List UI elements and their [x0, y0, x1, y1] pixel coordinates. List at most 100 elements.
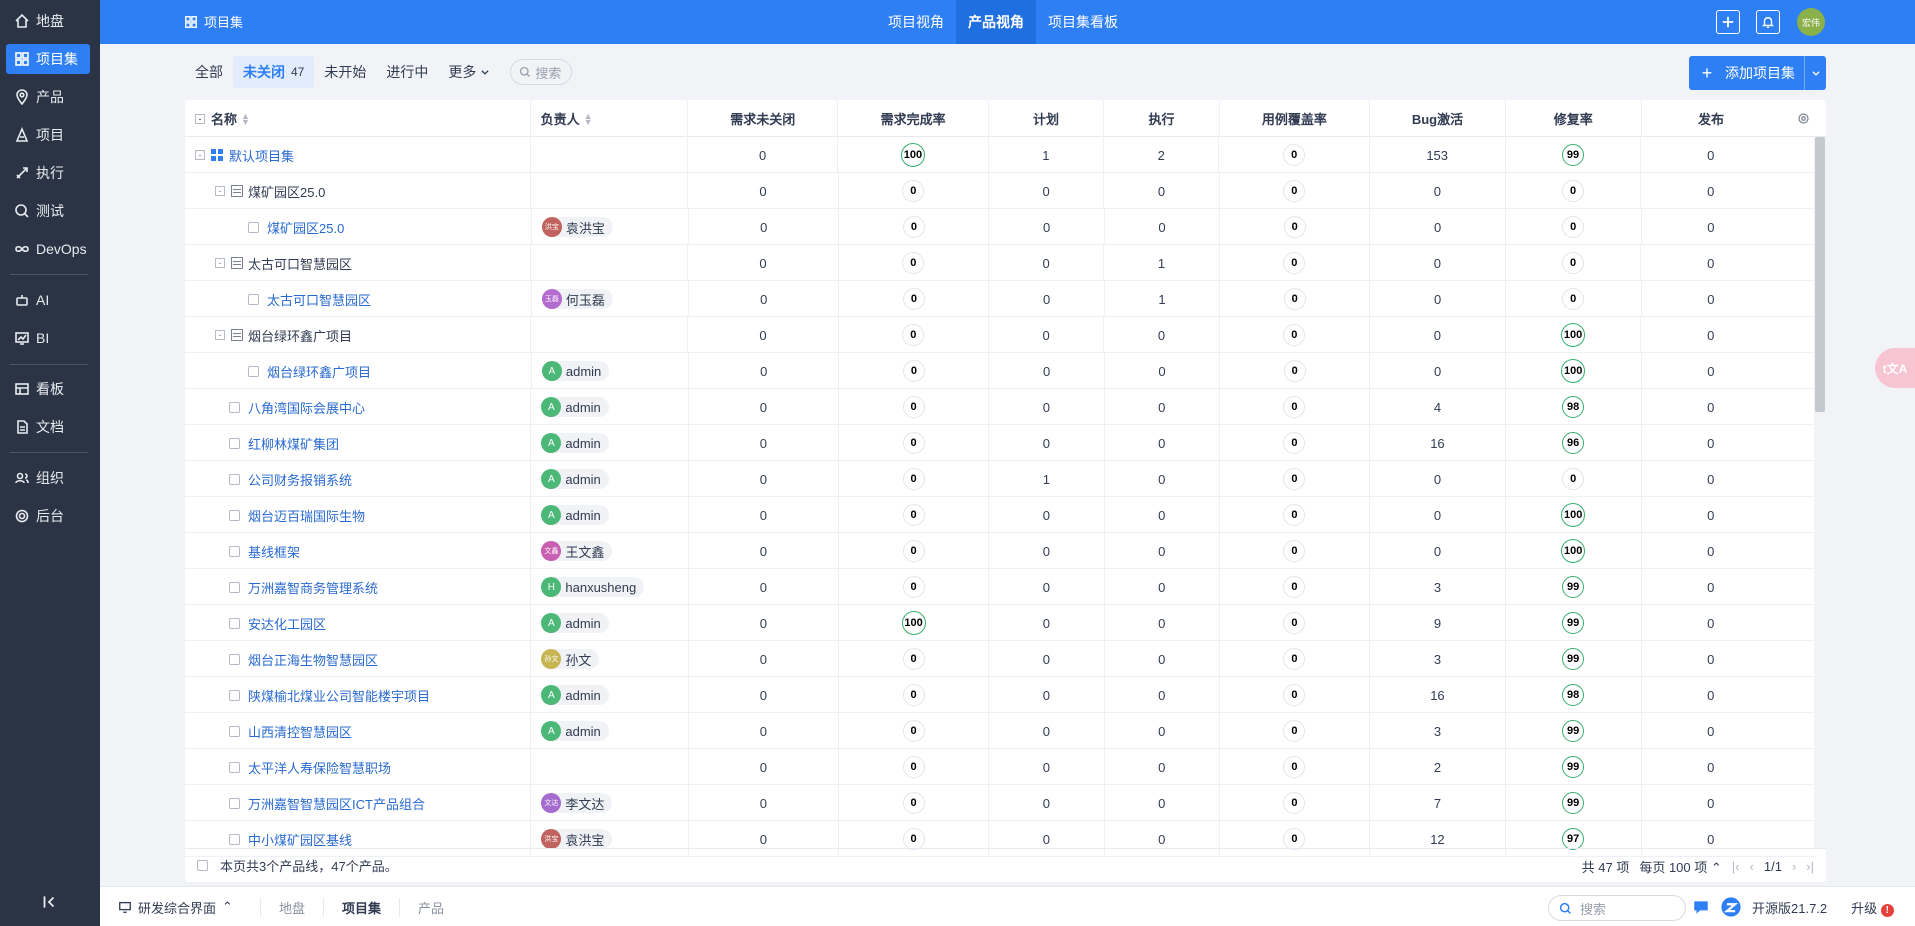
translate-float-button[interactable]: t文A: [1875, 348, 1915, 388]
collapse-toggle-icon[interactable]: -: [215, 330, 225, 340]
chat-icon[interactable]: [1692, 898, 1710, 916]
product-name-link[interactable]: 默认项目集: [229, 146, 294, 165]
tab-program-kanban[interactable]: 项目集看板: [1036, 0, 1130, 44]
row-checkbox[interactable]: [229, 689, 240, 701]
sidebar-item-dashboard[interactable]: 地盘: [6, 6, 90, 36]
table-row[interactable]: 安达化工园区 Aadmin 0 100 0 0 0 9 99 0: [185, 605, 1814, 641]
table-row[interactable]: 烟台迈百瑞国际生物 Aadmin 0 0 0 0 0 0 100 0: [185, 497, 1814, 533]
sidebar-item-ai[interactable]: AI: [6, 285, 90, 315]
tab-project-view[interactable]: 项目视角: [876, 0, 956, 44]
filter-tab-all[interactable]: 全部: [185, 56, 233, 88]
row-checkbox[interactable]: [248, 221, 259, 233]
product-name-link[interactable]: 安达化工园区: [248, 614, 326, 633]
create-button[interactable]: [1716, 10, 1740, 34]
row-checkbox[interactable]: [229, 653, 240, 665]
column-header-owner[interactable]: 负责人 ▲ ▼: [531, 100, 689, 137]
row-checkbox[interactable]: [229, 545, 240, 557]
column-header-exec[interactable]: 执行: [1104, 100, 1220, 137]
table-row[interactable]: 山西清控智慧园区 Aadmin 0 0 0 0 0 3 99 0: [185, 713, 1814, 749]
product-name-link[interactable]: 太平洋人寿保险智慧职场: [248, 758, 391, 777]
collapse-toggle-icon[interactable]: -: [195, 150, 205, 160]
column-header-plan[interactable]: 计划: [989, 100, 1105, 137]
table-row[interactable]: 太古可口智慧园区 玉磊 何玉磊 0 0 0 1 0 0 0 0: [185, 281, 1814, 317]
table-row[interactable]: 烟台绿环鑫广项目 Aadmin 0 0 0 0 0 0 100 0: [185, 353, 1814, 389]
table-row[interactable]: 公司财务报销系统 Aadmin 0 0 1 0 0 0 0 0: [185, 461, 1814, 497]
table-row[interactable]: 万洲嘉智商务管理系统 Hhanxusheng 0 0 0 0 0 3 99 0: [185, 569, 1814, 605]
product-name-link[interactable]: 万洲嘉智商务管理系统: [248, 578, 378, 597]
table-row[interactable]: 基线框架 文鑫 王文鑫 0 0 0 0 0 0 100 0: [185, 533, 1814, 569]
table-row[interactable]: 太平洋人寿保险智慧职场 0 0 0 0 0 2 99 0: [185, 749, 1814, 785]
collapse-sidebar-icon[interactable]: [40, 893, 58, 911]
collapse-all-icon[interactable]: -: [195, 113, 205, 124]
sidebar-item-project[interactable]: 项目: [6, 120, 90, 150]
product-name-link[interactable]: 太古可口智慧园区: [267, 290, 371, 309]
filter-tab-unclosed[interactable]: 未关闭 47: [233, 56, 315, 88]
product-name-link[interactable]: 山西清控智慧园区: [248, 722, 352, 741]
sidebar-item-devops[interactable]: DevOps: [6, 234, 90, 264]
breadcrumb-product[interactable]: 产品: [399, 897, 462, 917]
column-header-fix-rate[interactable]: 修复率: [1506, 100, 1642, 137]
row-checkbox[interactable]: [229, 617, 240, 629]
column-header-name[interactable]: - 名称 ▲ ▼: [185, 100, 531, 137]
product-name-link[interactable]: 中小煤矿园区基线: [248, 830, 352, 849]
product-name-link[interactable]: 烟台迈百瑞国际生物: [248, 506, 365, 525]
row-checkbox[interactable]: [229, 725, 240, 737]
search-input[interactable]: 搜索: [510, 59, 573, 85]
row-checkbox[interactable]: [229, 581, 240, 593]
table-scrollbar[interactable]: [1814, 137, 1826, 848]
row-checkbox[interactable]: [229, 833, 240, 845]
table-row[interactable]: 煤矿园区25.0 洪宝 袁洪宝 0 0 0 0 0 0 0 0: [185, 209, 1814, 245]
product-name-link[interactable]: 万洲嘉智智慧园区ICT产品组合: [248, 794, 425, 813]
table-row[interactable]: 烟台正海生物智慧园区 孙文 孙文 0 0 0 0 0 3 99 0: [185, 641, 1814, 677]
next-page-icon[interactable]: ›: [1792, 859, 1796, 874]
user-avatar[interactable]: 宏伟: [1797, 8, 1825, 36]
row-checkbox[interactable]: [229, 761, 240, 773]
table-row[interactable]: - 烟台绿环鑫广项目 0 0 0 0 0 0 100 0: [185, 317, 1814, 353]
sidebar-item-org[interactable]: 组织: [6, 463, 90, 493]
sidebar-item-doc[interactable]: 文档: [6, 412, 90, 442]
sidebar-item-bi[interactable]: BI: [6, 323, 90, 353]
sort-icon[interactable]: ▲ ▼: [584, 111, 593, 126]
first-page-icon[interactable]: |‹: [1732, 859, 1740, 874]
sidebar-item-test[interactable]: 测试: [6, 196, 90, 226]
product-name-link[interactable]: 烟台正海生物智慧园区: [248, 650, 378, 669]
breadcrumb-program[interactable]: 项目集: [323, 897, 399, 917]
upgrade-link[interactable]: 升级 !: [1851, 898, 1894, 917]
column-header-bug-active[interactable]: Bug激活: [1370, 100, 1506, 137]
row-checkbox[interactable]: [248, 293, 259, 305]
table-row[interactable]: 红柳林煤矿集团 Aadmin 0 0 0 0 0 16 96 0: [185, 425, 1814, 461]
last-page-icon[interactable]: ›|: [1806, 859, 1814, 874]
collapse-toggle-icon[interactable]: -: [215, 186, 225, 196]
global-search-input[interactable]: 搜索: [1548, 895, 1686, 921]
column-header-release[interactable]: 发布: [1642, 100, 1781, 137]
sort-icon[interactable]: ▲ ▼: [241, 111, 250, 126]
table-row[interactable]: 万洲嘉智智慧园区ICT产品组合 文达 李文达 0 0 0 0 0 7 99 0: [185, 785, 1814, 821]
product-name-link[interactable]: 公司财务报销系统: [248, 470, 352, 489]
row-checkbox[interactable]: [229, 509, 240, 521]
table-row[interactable]: 八角湾国际会展中心 Aadmin 0 0 0 0 0 4 98 0: [185, 389, 1814, 425]
filter-tab-in-progress[interactable]: 进行中: [376, 56, 438, 88]
column-header-req-open[interactable]: 需求未关闭: [688, 100, 839, 137]
product-name-link[interactable]: 基线框架: [248, 542, 300, 561]
column-header-req-done[interactable]: 需求完成率: [838, 100, 989, 137]
product-name-link[interactable]: 煤矿园区25.0: [267, 218, 344, 237]
column-header-case-coverage[interactable]: 用例覆盖率: [1220, 100, 1371, 137]
product-name-link[interactable]: 八角湾国际会展中心: [248, 398, 365, 417]
filter-tab-more[interactable]: 更多: [438, 56, 500, 88]
table-row[interactable]: - 默认项目集 0 100 1 2 0 153 99 0: [185, 137, 1814, 173]
tab-product-view[interactable]: 产品视角: [956, 0, 1036, 44]
prev-page-icon[interactable]: ‹: [1750, 859, 1754, 874]
row-checkbox[interactable]: [248, 365, 259, 377]
sidebar-item-execution[interactable]: 执行: [6, 158, 90, 188]
breadcrumb-dashboard[interactable]: 地盘: [260, 897, 323, 917]
sidebar-item-kanban[interactable]: 看板: [6, 374, 90, 404]
row-checkbox[interactable]: [229, 473, 240, 485]
column-settings[interactable]: [1780, 100, 1826, 137]
product-name-link[interactable]: 陕煤榆北煤业公司智能楼宇项目: [248, 686, 430, 705]
add-program-button[interactable]: + 添加项目集: [1689, 56, 1826, 90]
scrollbar-thumb[interactable]: [1815, 137, 1825, 412]
sidebar-item-program[interactable]: 项目集: [6, 44, 90, 74]
row-checkbox[interactable]: [229, 437, 240, 449]
select-all-checkbox[interactable]: [197, 860, 208, 871]
sidebar-item-admin[interactable]: 后台: [6, 501, 90, 531]
